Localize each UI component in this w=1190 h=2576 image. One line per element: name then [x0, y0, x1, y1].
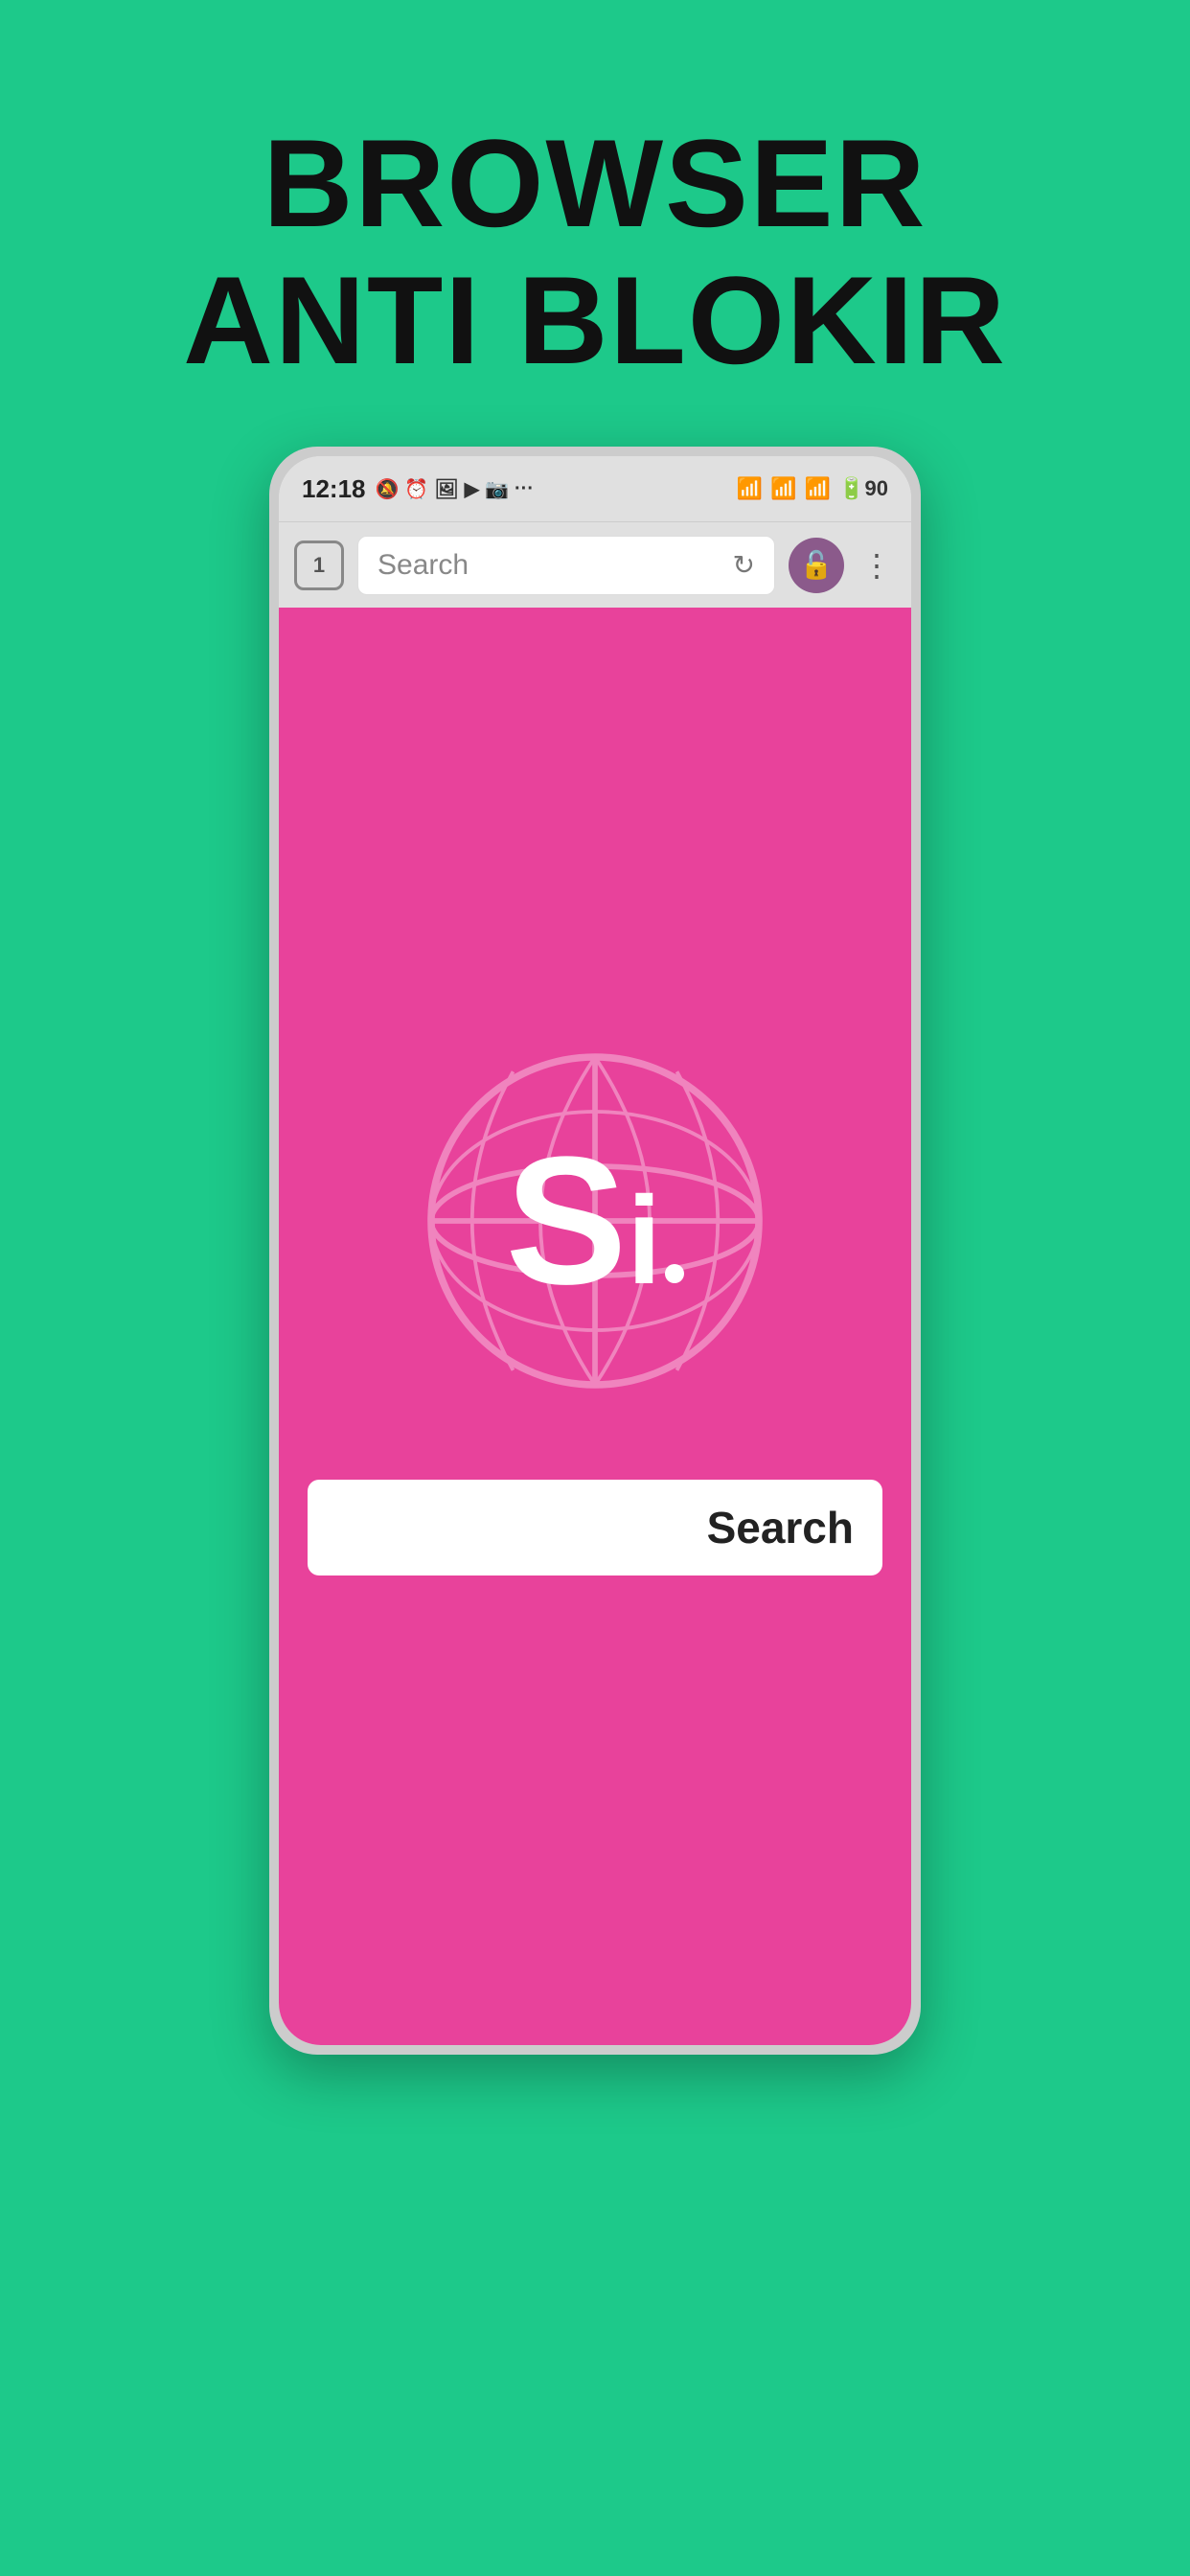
reload-icon[interactable]: ↻ [733, 549, 755, 581]
camera-icon: 📷 [485, 477, 509, 501]
status-bar: 12:18 🔕 ⏰ 🖼 ▶ 📷 ··· 📶 📶 📶 🔋90 [279, 456, 911, 521]
logo-dot [665, 1264, 684, 1283]
search-bar-placeholder: Search [378, 549, 469, 582]
status-time: 12:18 [302, 474, 366, 504]
phone-screen: 12:18 🔕 ⏰ 🖼 ▶ 📷 ··· 📶 📶 📶 🔋90 1 [279, 456, 911, 2045]
header-line1: BROWSER [263, 113, 927, 253]
search-button[interactable]: Search [308, 1480, 882, 1576]
alarm-icon: ⏰ [404, 477, 428, 501]
signal-icon: 📶 [770, 476, 796, 501]
wifi-icon: 📶 [805, 476, 831, 501]
lock-icon: 🔓 [800, 549, 834, 581]
gallery-icon: 🖼 [434, 477, 458, 501]
more-notifications-icon: ··· [515, 478, 534, 500]
app-logo: S i [413, 1039, 777, 1403]
status-notification-icons: 🔕 ⏰ 🖼 ▶ 📷 ··· [376, 477, 534, 501]
logo-letter-i: i [627, 1178, 661, 1302]
tab-counter[interactable]: 1 [294, 540, 344, 590]
bluetooth-icon: 📶 [737, 476, 763, 501]
header-line2: ANTI BLOKIR [183, 250, 1007, 390]
search-button-label: Search [707, 1502, 854, 1553]
menu-button[interactable]: ⋮ [858, 547, 896, 584]
lock-button[interactable]: 🔓 [789, 538, 844, 593]
app-header: BROWSER ANTI BLOKIR [183, 115, 1007, 389]
search-bar[interactable]: Search ↻ [357, 536, 775, 595]
mute-icon: 🔕 [376, 477, 400, 501]
status-bar-right: 📶 📶 📶 🔋90 [737, 476, 888, 501]
play-icon: ▶ [465, 477, 479, 501]
status-bar-left: 12:18 🔕 ⏰ 🖼 ▶ 📷 ··· [302, 474, 534, 504]
phone-mockup: 12:18 🔕 ⏰ 🖼 ▶ 📷 ··· 📶 📶 📶 🔋90 1 [269, 447, 921, 2055]
browser-toolbar: 1 Search ↻ 🔓 ⋮ [279, 521, 911, 608]
battery-icon: 🔋90 [838, 476, 888, 501]
logo-letter-s: S [506, 1130, 628, 1312]
browser-content: S i Search [279, 608, 911, 2045]
